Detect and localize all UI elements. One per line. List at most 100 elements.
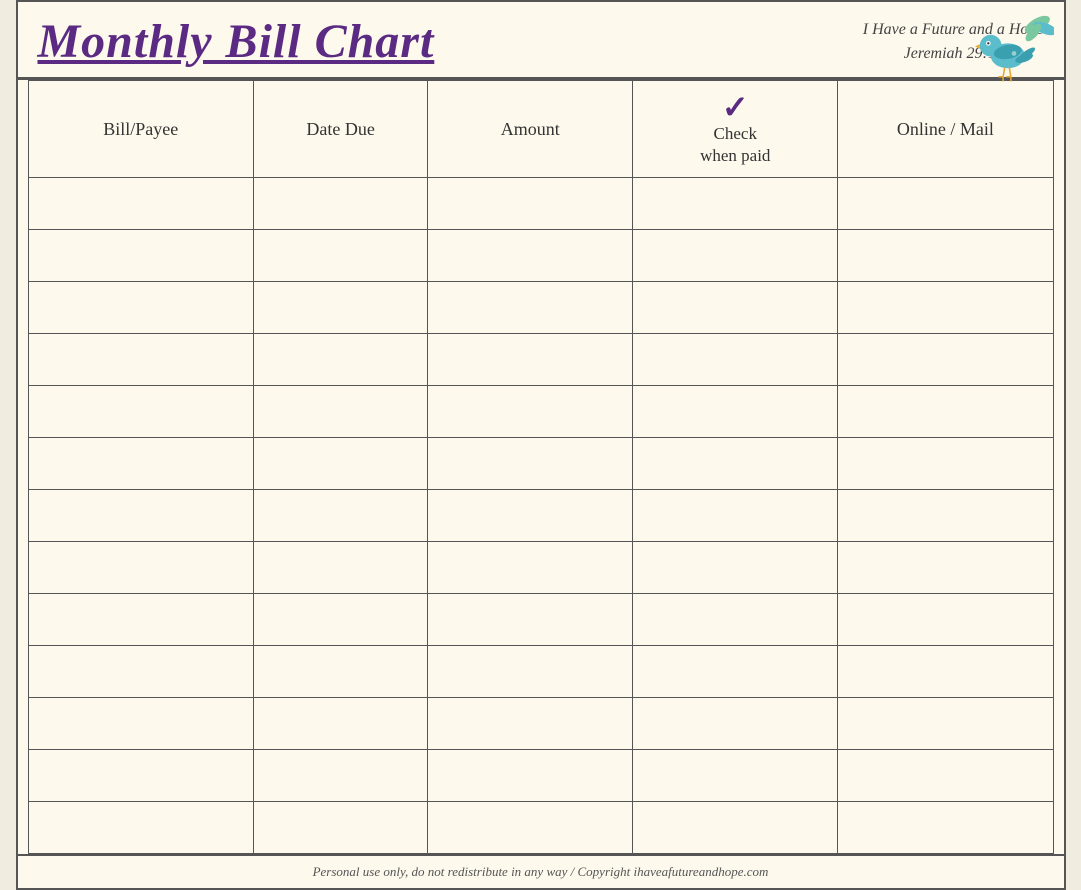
table-row bbox=[28, 230, 1053, 282]
table-cell[interactable] bbox=[428, 282, 633, 334]
col-header-date: Date Due bbox=[254, 81, 428, 178]
table-row bbox=[28, 178, 1053, 230]
col-bill-label: Bill/Payee bbox=[103, 119, 178, 139]
table-cell[interactable] bbox=[254, 490, 428, 542]
table-cell[interactable] bbox=[254, 282, 428, 334]
table-cell[interactable] bbox=[633, 698, 838, 750]
header: Monthly Bill Chart I Have a Future and a… bbox=[18, 2, 1064, 80]
col-online-label: Online / Mail bbox=[897, 119, 994, 139]
table-cell[interactable] bbox=[428, 542, 633, 594]
col-header-amount: Amount bbox=[428, 81, 633, 178]
table-cell[interactable] bbox=[633, 178, 838, 230]
table-cell[interactable] bbox=[633, 230, 838, 282]
table-cell[interactable] bbox=[633, 334, 838, 386]
table-cell[interactable] bbox=[28, 386, 254, 438]
table-cell[interactable] bbox=[28, 542, 254, 594]
table-cell[interactable] bbox=[254, 698, 428, 750]
table-cell[interactable] bbox=[428, 750, 633, 802]
check-header-content: ✓ Checkwhen paid bbox=[641, 91, 829, 167]
table-cell[interactable] bbox=[28, 178, 254, 230]
bird-icon bbox=[974, 13, 1054, 83]
table-cell[interactable] bbox=[28, 698, 254, 750]
table-cell[interactable] bbox=[28, 490, 254, 542]
table-cell[interactable] bbox=[254, 178, 428, 230]
table-cell[interactable] bbox=[28, 750, 254, 802]
table-cell[interactable] bbox=[28, 802, 254, 854]
col-header-online: Online / Mail bbox=[838, 81, 1053, 178]
col-header-check: ✓ Checkwhen paid bbox=[633, 81, 838, 178]
table-cell[interactable] bbox=[633, 542, 838, 594]
header-right: I Have a Future and a Hope Jeremiah 29:1… bbox=[863, 18, 1044, 66]
table-row bbox=[28, 542, 1053, 594]
col-date-label: Date Due bbox=[306, 119, 374, 139]
table-cell[interactable] bbox=[633, 490, 838, 542]
table-row bbox=[28, 282, 1053, 334]
table-row bbox=[28, 750, 1053, 802]
page: Monthly Bill Chart I Have a Future and a… bbox=[16, 0, 1066, 890]
table-row bbox=[28, 386, 1053, 438]
table-cell[interactable] bbox=[428, 386, 633, 438]
table-cell[interactable] bbox=[254, 646, 428, 698]
table-row bbox=[28, 698, 1053, 750]
table-cell[interactable] bbox=[254, 594, 428, 646]
table-cell[interactable] bbox=[28, 334, 254, 386]
table-cell[interactable] bbox=[633, 594, 838, 646]
page-title: Monthly Bill Chart bbox=[38, 14, 435, 69]
table-cell[interactable] bbox=[838, 750, 1053, 802]
table-cell[interactable] bbox=[633, 282, 838, 334]
table-cell[interactable] bbox=[254, 386, 428, 438]
table-cell[interactable] bbox=[254, 438, 428, 490]
table-container: Bill/Payee Date Due Amount ✓ Checkwhen p… bbox=[18, 80, 1064, 854]
table-cell[interactable] bbox=[838, 594, 1053, 646]
footer: Personal use only, do not redistribute i… bbox=[18, 854, 1064, 888]
table-row bbox=[28, 802, 1053, 854]
bird-decoration bbox=[974, 13, 1054, 88]
table-cell[interactable] bbox=[254, 750, 428, 802]
table-cell[interactable] bbox=[428, 334, 633, 386]
table-cell[interactable] bbox=[428, 698, 633, 750]
table-cell[interactable] bbox=[633, 646, 838, 698]
table-cell[interactable] bbox=[254, 802, 428, 854]
col-amount-label: Amount bbox=[501, 119, 560, 139]
table-body bbox=[28, 178, 1053, 854]
table-cell[interactable] bbox=[838, 282, 1053, 334]
table-cell[interactable] bbox=[428, 646, 633, 698]
table-cell[interactable] bbox=[838, 698, 1053, 750]
table-row bbox=[28, 438, 1053, 490]
table-row bbox=[28, 646, 1053, 698]
table-cell[interactable] bbox=[254, 542, 428, 594]
table-cell[interactable] bbox=[838, 542, 1053, 594]
table-cell[interactable] bbox=[838, 490, 1053, 542]
table-cell[interactable] bbox=[428, 230, 633, 282]
table-cell[interactable] bbox=[428, 490, 633, 542]
table-cell[interactable] bbox=[838, 178, 1053, 230]
table-cell[interactable] bbox=[428, 178, 633, 230]
table-cell[interactable] bbox=[28, 230, 254, 282]
table-cell[interactable] bbox=[254, 334, 428, 386]
table-cell[interactable] bbox=[28, 282, 254, 334]
table-cell[interactable] bbox=[428, 438, 633, 490]
table-cell[interactable] bbox=[838, 646, 1053, 698]
checkmark-icon: ✓ bbox=[722, 91, 749, 123]
table-cell[interactable] bbox=[428, 802, 633, 854]
bill-table: Bill/Payee Date Due Amount ✓ Checkwhen p… bbox=[28, 80, 1054, 854]
table-cell[interactable] bbox=[633, 438, 838, 490]
table-row bbox=[28, 334, 1053, 386]
table-cell[interactable] bbox=[838, 230, 1053, 282]
footer-text: Personal use only, do not redistribute i… bbox=[313, 864, 769, 879]
table-row bbox=[28, 490, 1053, 542]
table-cell[interactable] bbox=[28, 646, 254, 698]
table-row bbox=[28, 594, 1053, 646]
table-cell[interactable] bbox=[633, 386, 838, 438]
table-cell[interactable] bbox=[838, 386, 1053, 438]
table-cell[interactable] bbox=[633, 750, 838, 802]
table-cell[interactable] bbox=[838, 334, 1053, 386]
table-cell[interactable] bbox=[838, 438, 1053, 490]
table-cell[interactable] bbox=[428, 594, 633, 646]
table-cell[interactable] bbox=[28, 438, 254, 490]
col-header-bill: Bill/Payee bbox=[28, 81, 254, 178]
table-cell[interactable] bbox=[254, 230, 428, 282]
table-cell[interactable] bbox=[28, 594, 254, 646]
table-cell[interactable] bbox=[838, 802, 1053, 854]
table-cell[interactable] bbox=[633, 802, 838, 854]
